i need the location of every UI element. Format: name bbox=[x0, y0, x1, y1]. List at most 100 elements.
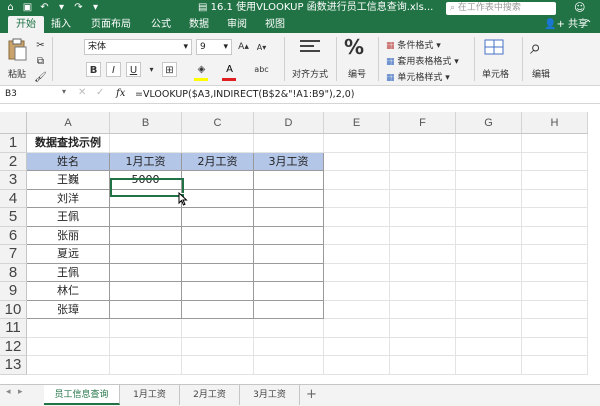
cell[interactable] bbox=[182, 337, 254, 356]
cell[interactable] bbox=[110, 337, 182, 356]
cell[interactable] bbox=[110, 134, 182, 153]
row-header[interactable]: 11 bbox=[0, 319, 27, 338]
tab-data[interactable]: 数据 bbox=[186, 16, 212, 33]
cell[interactable] bbox=[254, 208, 324, 227]
row-header[interactable]: 6 bbox=[0, 226, 27, 245]
cell[interactable] bbox=[254, 171, 324, 190]
cell[interactable] bbox=[456, 337, 522, 356]
underline-button[interactable]: U bbox=[126, 62, 141, 77]
column-header-a[interactable]: A bbox=[27, 112, 110, 134]
tab-review[interactable]: 审阅 bbox=[224, 16, 250, 33]
sheet-tab-feb[interactable]: 2月工资 bbox=[180, 385, 240, 405]
dropdown-icon[interactable]: ▾ bbox=[54, 1, 69, 15]
tab-home[interactable]: 开始 bbox=[8, 16, 44, 33]
cell[interactable] bbox=[324, 152, 390, 171]
cell[interactable] bbox=[182, 226, 254, 245]
cell[interactable] bbox=[522, 134, 588, 153]
row-header[interactable]: 12 bbox=[0, 337, 27, 356]
increase-font-icon[interactable]: A▴ bbox=[236, 40, 251, 55]
cell[interactable] bbox=[254, 337, 324, 356]
cell[interactable] bbox=[254, 282, 324, 301]
cell[interactable] bbox=[110, 263, 182, 282]
cell[interactable] bbox=[182, 208, 254, 227]
cell[interactable] bbox=[182, 263, 254, 282]
cell[interactable] bbox=[522, 171, 588, 190]
redo-icon[interactable]: ↷ bbox=[71, 1, 86, 15]
cell[interactable] bbox=[110, 226, 182, 245]
cell[interactable] bbox=[254, 226, 324, 245]
cell[interactable] bbox=[390, 282, 456, 301]
save-icon[interactable]: ▣ bbox=[20, 1, 35, 15]
column-header-f[interactable]: F bbox=[390, 112, 456, 134]
decrease-font-icon[interactable]: A▾ bbox=[254, 40, 269, 55]
name-cell[interactable]: 张丽 bbox=[27, 226, 110, 245]
name-cell[interactable]: 王佩 bbox=[27, 208, 110, 227]
cell[interactable] bbox=[390, 337, 456, 356]
cell[interactable] bbox=[182, 245, 254, 264]
account-icon[interactable]: ☺ bbox=[574, 0, 585, 16]
cell[interactable] bbox=[254, 263, 324, 282]
bold-button[interactable]: B bbox=[86, 62, 101, 77]
search-input[interactable]: ⌕ 在工作表中搜索 bbox=[446, 2, 556, 15]
share-button[interactable]: 👤+ 共享 bbox=[544, 16, 588, 33]
percent-icon[interactable]: % bbox=[344, 35, 364, 59]
cells-icon[interactable] bbox=[482, 37, 506, 59]
enter-icon[interactable]: ✓ bbox=[96, 87, 104, 98]
cell[interactable] bbox=[522, 152, 588, 171]
tab-page-layout[interactable]: 页面布局 bbox=[86, 16, 136, 33]
header-cell[interactable]: 姓名 bbox=[27, 152, 110, 171]
sheet-title-cell[interactable]: 数据查找示例 bbox=[27, 134, 110, 153]
name-cell[interactable]: 王佩 bbox=[27, 263, 110, 282]
cell[interactable] bbox=[324, 189, 390, 208]
row-header[interactable]: 4 bbox=[0, 189, 27, 208]
align-icon[interactable] bbox=[298, 37, 322, 59]
cell[interactable] bbox=[522, 337, 588, 356]
cell[interactable] bbox=[522, 226, 588, 245]
formula-input[interactable]: =VLOOKUP($A3,INDIRECT(B$2&"!A1:B9"),2,0) bbox=[135, 86, 355, 104]
cell[interactable] bbox=[254, 356, 324, 375]
sheet-tab-mar[interactable]: 3月工资 bbox=[240, 385, 300, 405]
font-size-select[interactable]: 9 ▾ bbox=[196, 39, 232, 55]
customize-icon[interactable]: ▾ bbox=[88, 1, 103, 15]
cell[interactable] bbox=[324, 282, 390, 301]
cell[interactable] bbox=[182, 356, 254, 375]
search-icon[interactable]: ⌕ bbox=[530, 35, 541, 59]
cell[interactable] bbox=[390, 245, 456, 264]
row-header[interactable]: 10 bbox=[0, 300, 27, 319]
cell[interactable] bbox=[110, 319, 182, 338]
column-header-e[interactable]: E bbox=[324, 112, 390, 134]
row-header[interactable]: 3 bbox=[0, 171, 27, 190]
cell[interactable] bbox=[110, 208, 182, 227]
undo-icon[interactable]: ↶ bbox=[37, 1, 52, 15]
cell[interactable] bbox=[390, 189, 456, 208]
cell[interactable] bbox=[522, 319, 588, 338]
cell[interactable] bbox=[27, 356, 110, 375]
home-icon[interactable]: ⌂ bbox=[3, 1, 18, 15]
cell[interactable] bbox=[522, 300, 588, 319]
cell[interactable] bbox=[182, 171, 254, 190]
format-as-table-button[interactable]: ▦ 套用表格格式 ▾ bbox=[386, 54, 459, 67]
column-header-h[interactable]: H bbox=[522, 112, 588, 134]
cell[interactable] bbox=[324, 356, 390, 375]
borders-icon[interactable]: ⊞ bbox=[162, 62, 177, 77]
paste-button[interactable] bbox=[6, 37, 30, 63]
cell[interactable] bbox=[456, 319, 522, 338]
cell[interactable] bbox=[254, 319, 324, 338]
cell[interactable] bbox=[324, 245, 390, 264]
cell[interactable] bbox=[110, 282, 182, 301]
fill-color-icon[interactable]: ◈ bbox=[194, 62, 209, 77]
header-cell[interactable]: 2月工资 bbox=[182, 152, 254, 171]
cell[interactable] bbox=[324, 208, 390, 227]
cancel-icon[interactable]: ✕ bbox=[78, 87, 86, 98]
row-header[interactable]: 1 bbox=[0, 134, 27, 153]
cell[interactable] bbox=[324, 134, 390, 153]
column-header-g[interactable]: G bbox=[456, 112, 522, 134]
cell[interactable] bbox=[254, 245, 324, 264]
cell[interactable] bbox=[390, 356, 456, 375]
cell[interactable] bbox=[182, 189, 254, 208]
collapse-ribbon-icon[interactable]: ⌃ bbox=[584, 16, 592, 33]
cell[interactable] bbox=[456, 356, 522, 375]
cell[interactable] bbox=[522, 263, 588, 282]
row-header[interactable]: 13 bbox=[0, 356, 27, 375]
italic-button[interactable]: I bbox=[106, 62, 121, 77]
